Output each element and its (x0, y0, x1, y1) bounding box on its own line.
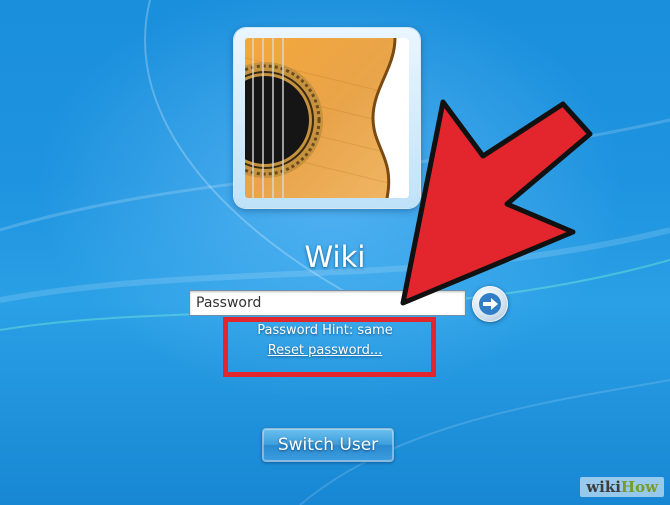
switch-user-button[interactable]: Switch User (262, 428, 394, 462)
guitar-avatar-icon (245, 38, 409, 198)
wikihow-watermark: wikiHow (580, 477, 664, 497)
user-avatar (245, 38, 409, 198)
annotation-arrow-icon (400, 99, 593, 306)
annotation-highlight-box (223, 317, 436, 377)
